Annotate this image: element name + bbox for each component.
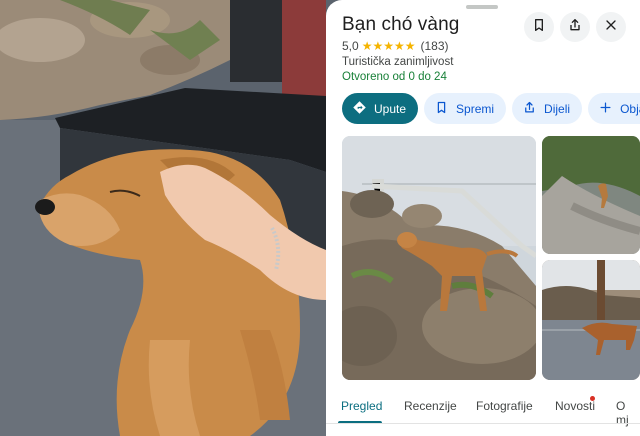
star-icon: ★ <box>404 39 416 53</box>
bookmark-icon <box>531 17 547 38</box>
star-icon: ★ <box>372 39 384 53</box>
star-icon: ★ <box>383 39 394 53</box>
share-label: Dijeli <box>544 101 571 116</box>
tab-bar: Pregled Recenzije Fotografije Novosti O … <box>326 396 640 427</box>
share-chip[interactable]: Dijeli <box>512 93 583 124</box>
rating-row[interactable]: 5,0 ★ ★ ★ ★ ★ (183) <box>342 39 449 53</box>
more-label: Obja <box>620 101 640 116</box>
tab-photos[interactable]: Fotografije <box>476 399 533 413</box>
place-sheet: Bạn chó vàng 5,0 ★ ★ ★ ★ ★ (183) Turisti… <box>326 0 640 436</box>
sheet-drag-handle[interactable] <box>466 5 498 9</box>
action-chips: Upute Spremi Dijeli Obja <box>342 93 640 124</box>
tab-reviews[interactable]: Recenzije <box>404 399 457 413</box>
tab-divider <box>326 423 640 424</box>
plus-icon <box>598 100 620 118</box>
save-label: Spremi <box>456 101 495 116</box>
share-icon <box>522 100 544 118</box>
directions-label: Upute <box>374 101 407 116</box>
star-rating: ★ ★ ★ ★ ★ <box>362 40 416 52</box>
gallery-photo[interactable] <box>542 136 640 254</box>
close-icon <box>603 17 619 38</box>
review-count: (183) <box>420 39 449 53</box>
new-updates-badge <box>590 396 595 401</box>
main-photo[interactable] <box>342 136 536 380</box>
photo-gallery <box>342 136 640 380</box>
open-status[interactable]: Otvoreno od 0 do 24 <box>342 71 447 83</box>
place-category: Turistička zanimljivost <box>342 56 454 68</box>
close-button[interactable] <box>596 12 626 42</box>
share-button[interactable] <box>560 12 590 42</box>
tab-overview[interactable]: Pregled <box>341 399 382 413</box>
gallery-photo[interactable] <box>542 260 640 380</box>
rating-value: 5,0 <box>342 39 359 53</box>
save-chip[interactable]: Spremi <box>424 93 507 124</box>
bookmark-icon <box>434 100 456 118</box>
star-icon: ★ <box>393 39 405 53</box>
directions-button[interactable]: Upute <box>342 93 419 124</box>
place-title: Bạn chó vàng <box>342 14 460 35</box>
directions-icon <box>352 100 374 118</box>
more-chip[interactable]: Obja <box>588 93 640 124</box>
tab-updates[interactable]: Novosti <box>555 399 595 413</box>
share-icon <box>567 17 583 38</box>
save-button[interactable] <box>524 12 554 42</box>
star-icon: ★ <box>361 39 373 53</box>
